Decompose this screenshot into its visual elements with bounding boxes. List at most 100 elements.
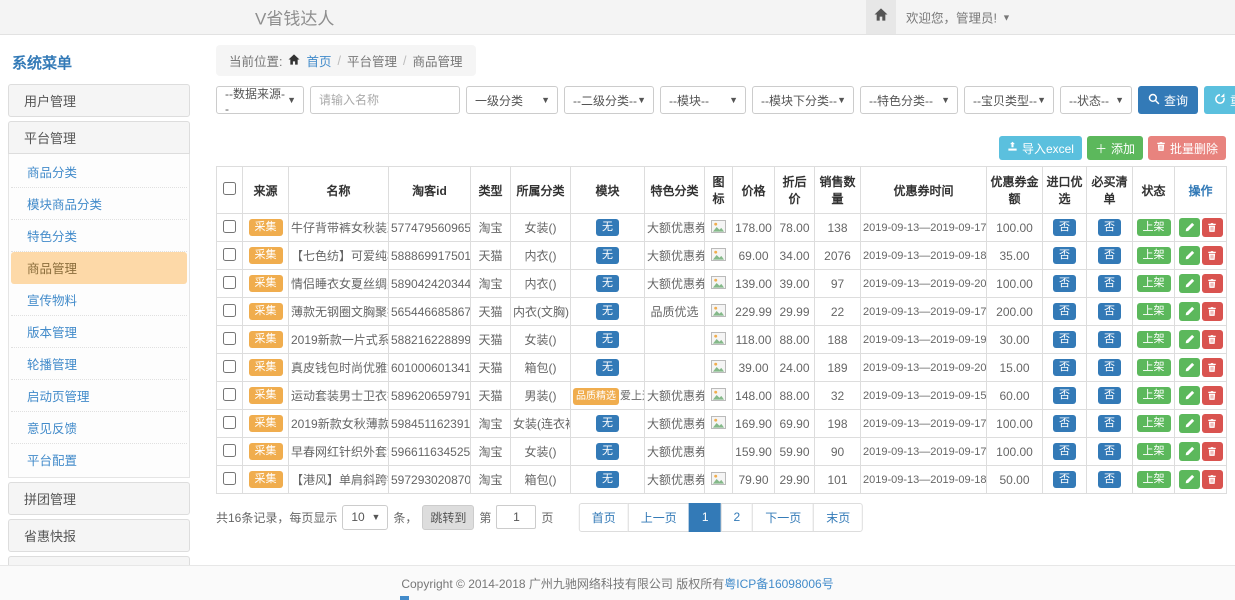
- must-buy-badge[interactable]: 否: [1098, 247, 1121, 264]
- edit-button[interactable]: [1179, 414, 1200, 433]
- delete-button[interactable]: [1202, 414, 1223, 433]
- sidebar-item-version-management[interactable]: 版本管理: [11, 316, 187, 348]
- status-badge[interactable]: 上架: [1137, 415, 1171, 432]
- sidebar-group-user-management[interactable]: 用户管理: [8, 84, 190, 117]
- batch-delete-button[interactable]: 批量删除: [1148, 136, 1226, 160]
- imported-badge[interactable]: 否: [1053, 331, 1076, 348]
- status-badge[interactable]: 上架: [1137, 275, 1171, 292]
- reset-button[interactable]: 重置: [1204, 86, 1235, 114]
- icp-link[interactable]: 粤ICP备16098006号: [724, 575, 833, 592]
- sidebar-item-splash-page-management[interactable]: 启动页管理: [11, 380, 187, 412]
- status-badge[interactable]: 上架: [1137, 443, 1171, 460]
- delete-button[interactable]: [1202, 470, 1223, 489]
- item-type-select[interactable]: --宝贝类型--▼: [964, 86, 1054, 114]
- status-badge[interactable]: 上架: [1137, 471, 1171, 488]
- sidebar-group-message-management[interactable]: 消息管理: [8, 556, 190, 565]
- must-buy-badge[interactable]: 否: [1098, 359, 1121, 376]
- sidebar-group-platform-management[interactable]: 平台管理: [8, 121, 190, 154]
- row-checkbox[interactable]: [223, 276, 236, 289]
- page-1-button[interactable]: 1: [689, 503, 722, 532]
- sidebar-item-feedback[interactable]: 意见反馈: [11, 412, 187, 444]
- edit-button[interactable]: [1179, 358, 1200, 377]
- row-checkbox[interactable]: [223, 220, 236, 233]
- page-2-button[interactable]: 2: [721, 503, 754, 532]
- imported-badge[interactable]: 否: [1053, 303, 1076, 320]
- status-select[interactable]: --状态--▼: [1060, 86, 1132, 114]
- select-all-checkbox[interactable]: [223, 182, 236, 195]
- delete-button[interactable]: [1202, 386, 1223, 405]
- status-badge[interactable]: 上架: [1137, 359, 1171, 376]
- add-button[interactable]: ＋ 添加: [1087, 136, 1143, 160]
- sidebar-item-feature-category[interactable]: 特色分类: [11, 220, 187, 252]
- must-buy-badge[interactable]: 否: [1098, 275, 1121, 292]
- level2-category-select[interactable]: --二级分类--▼: [564, 86, 654, 114]
- row-checkbox[interactable]: [223, 472, 236, 485]
- status-badge[interactable]: 上架: [1137, 247, 1171, 264]
- sidebar-item-platform-config[interactable]: 平台配置: [11, 444, 187, 475]
- home-button[interactable]: [866, 0, 896, 34]
- imported-badge[interactable]: 否: [1053, 443, 1076, 460]
- status-badge[interactable]: 上架: [1137, 219, 1171, 236]
- data-source-select[interactable]: --数据来源--▼: [216, 86, 304, 114]
- status-badge[interactable]: 上架: [1137, 303, 1171, 320]
- sidebar-item-product-category[interactable]: 商品分类: [11, 156, 187, 188]
- edit-button[interactable]: [1179, 274, 1200, 293]
- edit-button[interactable]: [1179, 470, 1200, 489]
- delete-button[interactable]: [1202, 442, 1223, 461]
- sidebar-item-module-product-category[interactable]: 模块商品分类: [11, 188, 187, 220]
- edit-button[interactable]: [1179, 442, 1200, 461]
- sidebar-group-group-buy-management[interactable]: 拼团管理: [8, 482, 190, 515]
- jump-page-input[interactable]: [496, 505, 536, 529]
- feature-category-select[interactable]: --特色分类--▼: [860, 86, 958, 114]
- name-search-input[interactable]: [310, 86, 460, 114]
- jump-button[interactable]: 跳转到: [422, 505, 474, 530]
- sidebar-item-product-management[interactable]: 商品管理: [11, 252, 187, 284]
- search-button[interactable]: 查询: [1138, 86, 1198, 114]
- imported-badge[interactable]: 否: [1053, 247, 1076, 264]
- delete-button[interactable]: [1202, 218, 1223, 237]
- must-buy-badge[interactable]: 否: [1098, 387, 1121, 404]
- edit-button[interactable]: [1179, 218, 1200, 237]
- must-buy-badge[interactable]: 否: [1098, 331, 1121, 348]
- breadcrumb-item[interactable]: 商品管理: [412, 51, 462, 70]
- edit-button[interactable]: [1179, 302, 1200, 321]
- first-page-button[interactable]: 首页: [579, 503, 629, 532]
- must-buy-badge[interactable]: 否: [1098, 303, 1121, 320]
- delete-button[interactable]: [1202, 274, 1223, 293]
- module-subcategory-select[interactable]: --模块下分类--▼: [752, 86, 854, 114]
- imported-badge[interactable]: 否: [1053, 219, 1076, 236]
- status-badge[interactable]: 上架: [1137, 387, 1171, 404]
- level1-category-select[interactable]: 一级分类▼: [466, 86, 558, 114]
- imported-badge[interactable]: 否: [1053, 387, 1076, 404]
- edit-button[interactable]: [1179, 246, 1200, 265]
- sidebar-item-promo-material[interactable]: 宣传物料: [11, 284, 187, 316]
- page-size-select[interactable]: 10 ▼: [342, 505, 388, 530]
- row-checkbox[interactable]: [223, 248, 236, 261]
- row-checkbox[interactable]: [223, 304, 236, 317]
- delete-button[interactable]: [1202, 358, 1223, 377]
- last-page-button[interactable]: 末页: [813, 503, 863, 532]
- must-buy-badge[interactable]: 否: [1098, 443, 1121, 460]
- delete-button[interactable]: [1202, 302, 1223, 321]
- edit-button[interactable]: [1179, 386, 1200, 405]
- imported-badge[interactable]: 否: [1053, 275, 1076, 292]
- must-buy-badge[interactable]: 否: [1098, 219, 1121, 236]
- row-checkbox[interactable]: [223, 332, 236, 345]
- status-badge[interactable]: 上架: [1137, 331, 1171, 348]
- imported-badge[interactable]: 否: [1053, 471, 1076, 488]
- import-excel-button[interactable]: 导入excel: [999, 136, 1082, 160]
- next-page-button[interactable]: 下一页: [752, 503, 814, 532]
- row-checkbox[interactable]: [223, 416, 236, 429]
- edit-button[interactable]: [1179, 330, 1200, 349]
- imported-badge[interactable]: 否: [1053, 415, 1076, 432]
- breadcrumb-home-link[interactable]: 首页: [306, 51, 331, 70]
- must-buy-badge[interactable]: 否: [1098, 471, 1121, 488]
- prev-page-button[interactable]: 上一页: [628, 503, 690, 532]
- row-checkbox[interactable]: [223, 388, 236, 401]
- user-menu[interactable]: 欢迎您，管理员! ▼: [906, 8, 1011, 27]
- imported-badge[interactable]: 否: [1053, 359, 1076, 376]
- sidebar-group-saving-express[interactable]: 省惠快报: [8, 519, 190, 552]
- module-select[interactable]: --模块--▼: [660, 86, 746, 114]
- must-buy-badge[interactable]: 否: [1098, 415, 1121, 432]
- delete-button[interactable]: [1202, 246, 1223, 265]
